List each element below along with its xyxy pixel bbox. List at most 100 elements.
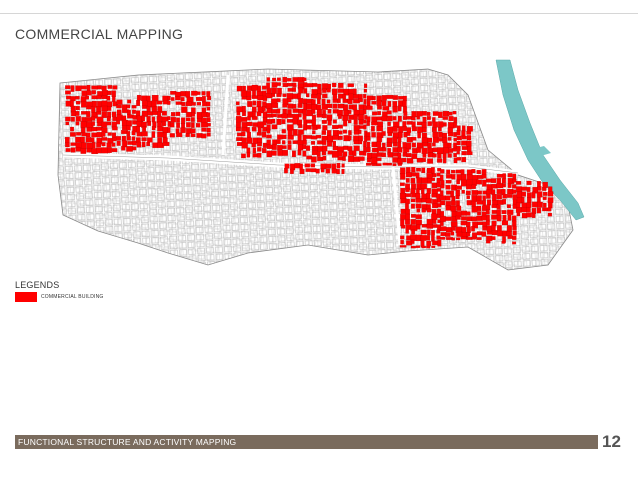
commercial-building [206, 91, 211, 97]
commercial-building [292, 87, 297, 92]
commercial-building [181, 102, 186, 107]
commercial-building [287, 103, 293, 109]
commercial-building [442, 152, 447, 158]
commercial-building [416, 116, 420, 120]
commercial-building [447, 137, 452, 141]
legend-label: COMMERCIAL BUILDING [41, 294, 104, 300]
commercial-building [97, 121, 102, 127]
commercial-building [547, 191, 554, 197]
commercial-building [310, 163, 316, 168]
commercial-building [401, 225, 406, 229]
commercial-building [432, 136, 439, 143]
commercial-building [371, 157, 378, 165]
commercial-building [156, 100, 163, 105]
commercial-building [411, 136, 417, 141]
commercial-building [91, 121, 95, 126]
commercial-building [372, 111, 378, 116]
commercial-building [75, 106, 80, 111]
commercial-building [427, 158, 434, 164]
commercial-building [241, 96, 248, 100]
commercial-building [420, 235, 427, 241]
commercial-building [176, 122, 180, 128]
commercial-building [548, 202, 553, 209]
commercial-building [151, 131, 156, 138]
commercial-building [101, 121, 107, 128]
commercial-building [405, 203, 409, 210]
commercial-building [456, 135, 462, 141]
commercial-building [432, 147, 438, 153]
commercial-building [466, 184, 472, 190]
commercial-building [431, 167, 435, 174]
commercial-building [485, 220, 490, 226]
commercial-building [376, 126, 383, 132]
commercial-building [537, 186, 542, 191]
commercial-building [111, 148, 118, 153]
commercial-building [547, 207, 552, 212]
commercial-building [272, 77, 277, 82]
commercial-building [506, 204, 511, 209]
commercial-building [186, 111, 192, 118]
commercial-building [415, 245, 421, 248]
commercial-building [241, 142, 248, 149]
commercial-building [271, 98, 278, 104]
commercial-building [400, 187, 406, 194]
commercial-building [126, 135, 131, 141]
commercial-building [175, 101, 183, 105]
commercial-building [431, 230, 435, 236]
commercial-building [352, 150, 357, 156]
commercial-building [157, 111, 162, 117]
commercial-building [453, 132, 457, 137]
commercial-building [175, 96, 181, 101]
commercial-building [461, 125, 466, 132]
commercial-building [432, 173, 437, 178]
commercial-building [376, 163, 382, 167]
commercial-building [486, 214, 490, 222]
commercial-building [426, 116, 431, 120]
commercial-building [352, 104, 357, 111]
commercial-building [327, 120, 332, 126]
commercial-building [262, 85, 267, 90]
commercial-building [353, 88, 357, 95]
commercial-building [322, 145, 328, 152]
commercial-building [432, 131, 439, 138]
commercial-building [251, 84, 258, 91]
commercial-building [338, 82, 344, 88]
commercial-building [317, 140, 323, 145]
commercial-building [405, 209, 410, 215]
commercial-building [107, 138, 114, 144]
commercial-building [366, 136, 371, 141]
commercial-building [299, 163, 303, 170]
commercial-building [271, 113, 277, 118]
commercial-building [405, 229, 409, 234]
commercial-building [515, 181, 522, 185]
commercial-building [387, 101, 392, 107]
commercial-building [136, 126, 141, 133]
commercial-building [466, 195, 470, 200]
commercial-building [332, 135, 339, 140]
commercial-building [455, 195, 460, 200]
commercial-building [437, 147, 444, 155]
commercial-building [207, 96, 212, 101]
commercial-building [416, 111, 423, 117]
commercial-building [398, 132, 403, 138]
commercial-building [311, 109, 316, 114]
commercial-building [405, 187, 410, 192]
commercial-building [276, 118, 282, 125]
commercial-building [398, 126, 404, 133]
commercial-building [453, 137, 457, 142]
commercial-building [358, 98, 363, 103]
commercial-building [427, 121, 432, 126]
commercial-building [180, 97, 185, 102]
commercial-building [486, 235, 493, 241]
commercial-building [521, 207, 528, 213]
commercial-building [456, 200, 460, 207]
commercial-building [461, 216, 467, 221]
commercial-building [107, 85, 113, 89]
commercial-building [421, 245, 426, 249]
commercial-building [491, 230, 498, 236]
commercial-building [543, 202, 547, 208]
commercial-building [157, 121, 162, 128]
commercial-building [353, 140, 360, 145]
commercial-building [321, 104, 328, 110]
commercial-building [343, 104, 348, 111]
